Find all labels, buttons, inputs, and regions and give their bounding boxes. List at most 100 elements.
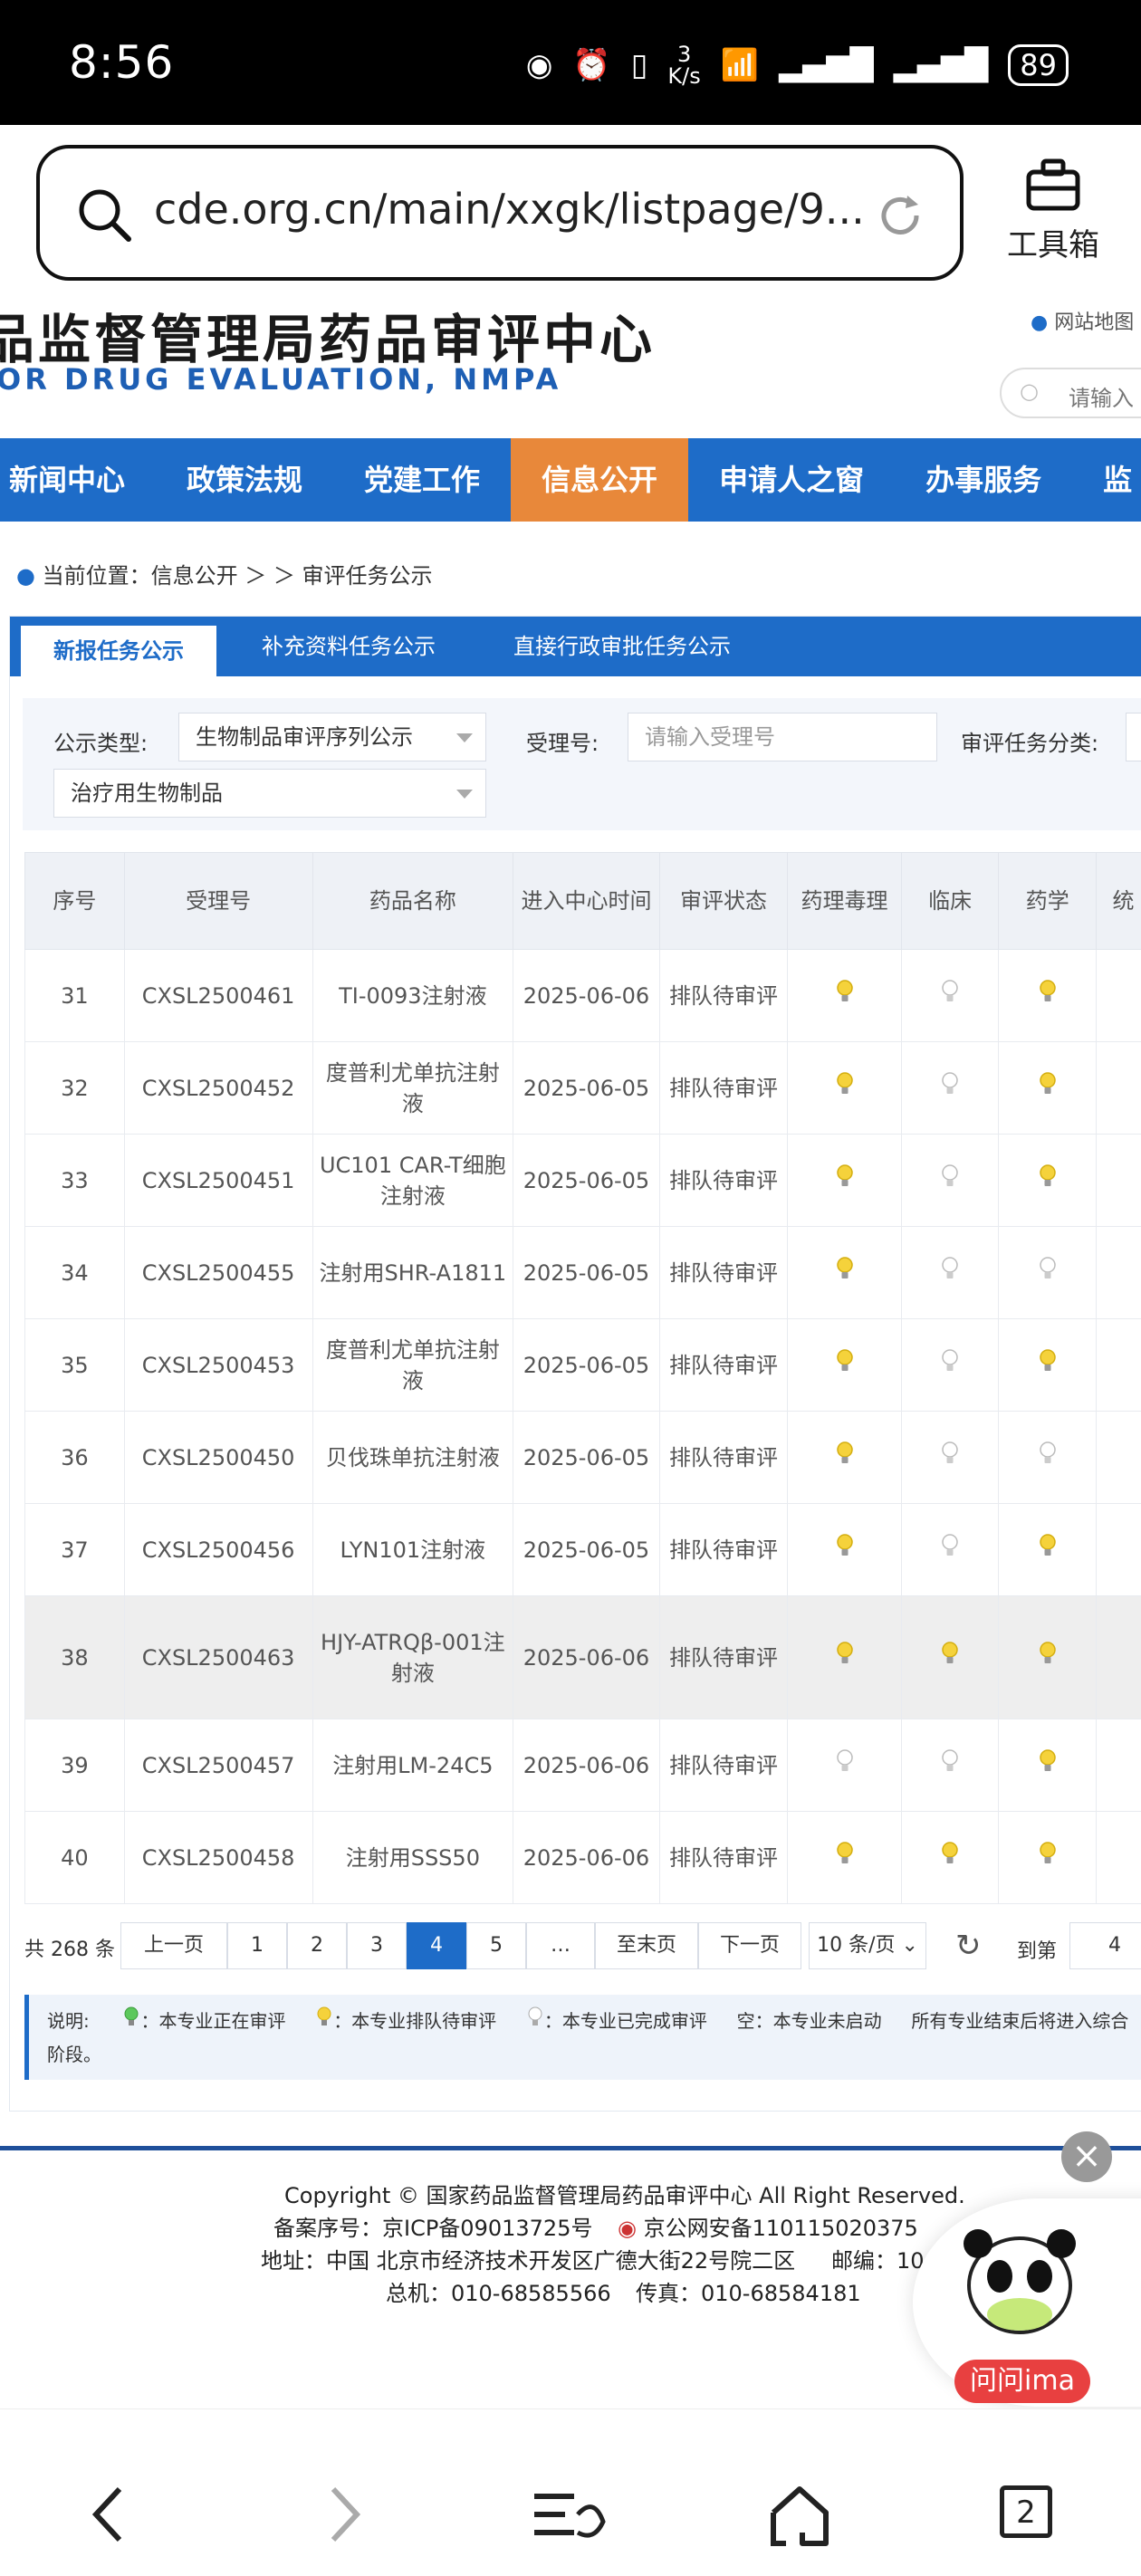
breadcrumb-text: 当前位置：信息公开 ＞ ＞ 审评任务公示	[43, 563, 433, 589]
accept-number: CXSL2500456	[124, 1504, 312, 1596]
footer-copyright: Copyright © 国家药品监督管理局药品审评中心 All Right Re…	[284, 2178, 965, 2209]
col-header: 序号	[25, 853, 125, 950]
tabs-count-button[interactable]: 2	[1000, 2485, 1052, 2538]
accept-number: CXSL2500461	[124, 950, 312, 1042]
nav-applicant[interactable]: 申请人之窗	[688, 438, 895, 522]
entry-date: 2025-06-05	[513, 1042, 660, 1135]
table-row[interactable]: 36CXSL2500450贝伐珠单抗注射液2025-06-05排队待审评	[25, 1412, 1141, 1504]
col-header: 受理号	[124, 853, 312, 950]
legend-line2: 阶段。	[47, 2040, 101, 2066]
table-row[interactable]: 38CXSL2500463HJY-ATRQβ-001注射液2025-06-06排…	[25, 1596, 1141, 1719]
review-status: 排队待审评	[659, 1596, 787, 1719]
accept-number: CXSL2500455	[124, 1227, 312, 1319]
nav-service[interactable]: 办事服务	[895, 438, 1072, 522]
footer-phone: 总机：010-68585566	[386, 2275, 611, 2307]
yellow-bulb-icon	[835, 1533, 855, 1558]
table-row[interactable]: 37CXSL2500456LYN101注射液2025-06-05排队待审评	[25, 1504, 1141, 1596]
type-select-value: 生物制品审评序列公示	[196, 724, 413, 750]
pharm-tox-status	[788, 1412, 902, 1504]
back-icon[interactable]	[87, 2484, 132, 2547]
page-button[interactable]: 2	[287, 1922, 347, 1969]
wifi-icon: 📶	[721, 47, 759, 83]
accept-number: CXSL2500458	[124, 1812, 312, 1904]
table-row[interactable]: 39CXSL2500457注射用LM-24C52025-06-06排队待审评	[25, 1719, 1141, 1812]
table-row[interactable]: 35CXSL2500453度普利尤单抗注射液2025-06-05排队待审评	[25, 1319, 1141, 1412]
forward-icon[interactable]	[322, 2484, 368, 2547]
last-page-button[interactable]: 至末页	[595, 1922, 698, 1969]
yellow-bulb-icon	[835, 1256, 855, 1281]
page-button[interactable]: 5	[466, 1922, 526, 1969]
subtype-select-value: 治疗用生物制品	[71, 780, 223, 806]
subtype-select[interactable]: 治疗用生物制品	[53, 769, 486, 818]
pharm-tox-status	[788, 1319, 902, 1412]
table-row[interactable]: 33CXSL2500451UC101 CAR-T细胞注射液2025-06-05排…	[25, 1135, 1141, 1227]
drug-name: TI-0093注射液	[312, 950, 513, 1042]
ima-label[interactable]: 问问ima	[954, 2360, 1090, 2403]
stats-status	[1097, 1504, 1141, 1596]
close-icon[interactable]: ×	[1061, 2131, 1112, 2182]
prev-page-button[interactable]: 上一页	[120, 1922, 227, 1969]
white-bulb-icon	[940, 1441, 960, 1466]
toolbox-icon	[1023, 156, 1083, 212]
legend-tail: 所有专业结束后将进入综合	[911, 2010, 1128, 2032]
nav-news[interactable]: 新闻中心	[0, 438, 156, 522]
reload-icon[interactable]	[873, 188, 927, 243]
address-text[interactable]: cde.org.cn/main/xxgk/listpage/9...	[154, 185, 865, 234]
nav-supervision[interactable]: 监	[1072, 438, 1141, 522]
row-number: 32	[25, 1042, 125, 1135]
yellow-bulb-icon	[315, 2006, 333, 2027]
accept-number: CXSL2500453	[124, 1319, 312, 1412]
clinical-status	[901, 1319, 999, 1412]
accept-input[interactable]: 请输入受理号	[628, 713, 937, 761]
home-icon[interactable]	[766, 2482, 833, 2549]
yellow-bulb-icon	[835, 1071, 855, 1096]
address-bar[interactable]: cde.org.cn/main/xxgk/listpage/9...	[36, 145, 964, 281]
main-nav: 新闻中心 政策法规 党建工作 信息公开 申请人之窗 办事服务 监	[0, 438, 1141, 522]
site-search-input[interactable]: ○ 请输入	[1000, 368, 1141, 418]
nav-info-public[interactable]: 信息公开	[511, 438, 688, 522]
review-status: 排队待审评	[659, 1812, 787, 1904]
tab-direct-approval[interactable]: 直接行政审批任务公示	[513, 617, 731, 676]
page-button-current[interactable]: 4	[407, 1922, 466, 1969]
clinical-status	[901, 1596, 999, 1719]
page-ellipsis[interactable]: …	[526, 1922, 595, 1969]
table-row[interactable]: 34CXSL2500455注射用SHR-A18112025-06-05排队待审评	[25, 1227, 1141, 1319]
col-header: 统	[1097, 853, 1141, 950]
tab-new-tasks[interactable]: 新报任务公示	[21, 626, 216, 676]
refresh-icon[interactable]: ↻	[955, 1928, 982, 1964]
clinical-status	[901, 1227, 999, 1319]
white-bulb-icon	[940, 1071, 960, 1096]
legend-yellow: ：本专业排队待审评	[333, 2010, 496, 2032]
page-size-value: 10 条/页	[817, 1934, 895, 1957]
footer-police[interactable]: ◉ 京公网安备110115020375	[618, 2210, 918, 2242]
goto-page-input[interactable]: 4	[1069, 1922, 1141, 1969]
next-page-button[interactable]: 下一页	[698, 1922, 801, 1969]
pharm-tox-status	[788, 1504, 902, 1596]
table-row[interactable]: 31CXSL2500461TI-0093注射液2025-06-06排队待审评	[25, 950, 1141, 1042]
review-status: 排队待审评	[659, 1042, 787, 1135]
page-button[interactable]: 1	[227, 1922, 287, 1969]
nav-policy[interactable]: 政策法规	[156, 438, 333, 522]
row-number: 38	[25, 1596, 125, 1719]
category-label: 审评任务分类:	[961, 725, 1098, 757]
pharmacy-status	[999, 1812, 1097, 1904]
menu-icon[interactable]	[531, 2485, 609, 2545]
sitemap-link[interactable]: ● 网站地图	[1031, 306, 1134, 335]
page-button[interactable]: 3	[347, 1922, 407, 1969]
entry-date: 2025-06-06	[513, 1812, 660, 1904]
pharmacy-status	[999, 1504, 1097, 1596]
type-select[interactable]: 生物制品审评序列公示	[178, 713, 486, 761]
status-bar: 8:56 ◉ ⏰ ▯ 3 K/s 📶 ▂▄▆█ ▂▄▆█ 89	[0, 0, 1141, 125]
table-row[interactable]: 40CXSL2500458注射用SSS502025-06-06排队待审评	[25, 1812, 1141, 1904]
page-size-select[interactable]: 10 条/页 ⌄	[809, 1922, 926, 1969]
footer-postcode: 邮编：10	[831, 2243, 925, 2274]
toolbox-button[interactable]: 工具箱	[1003, 156, 1103, 264]
accept-number: CXSL2500451	[124, 1135, 312, 1227]
location-pin-icon: ●	[16, 563, 35, 589]
nav-party[interactable]: 党建工作	[333, 438, 511, 522]
accept-number: CXSL2500457	[124, 1719, 312, 1812]
footer-icp[interactable]: 备案序号：京ICP备09013725号	[273, 2210, 592, 2242]
category-select[interactable]	[1126, 713, 1141, 761]
tab-supplement-tasks[interactable]: 补充资料任务公示	[262, 617, 436, 676]
table-row[interactable]: 32CXSL2500452度普利尤单抗注射液2025-06-05排队待审评	[25, 1042, 1141, 1135]
